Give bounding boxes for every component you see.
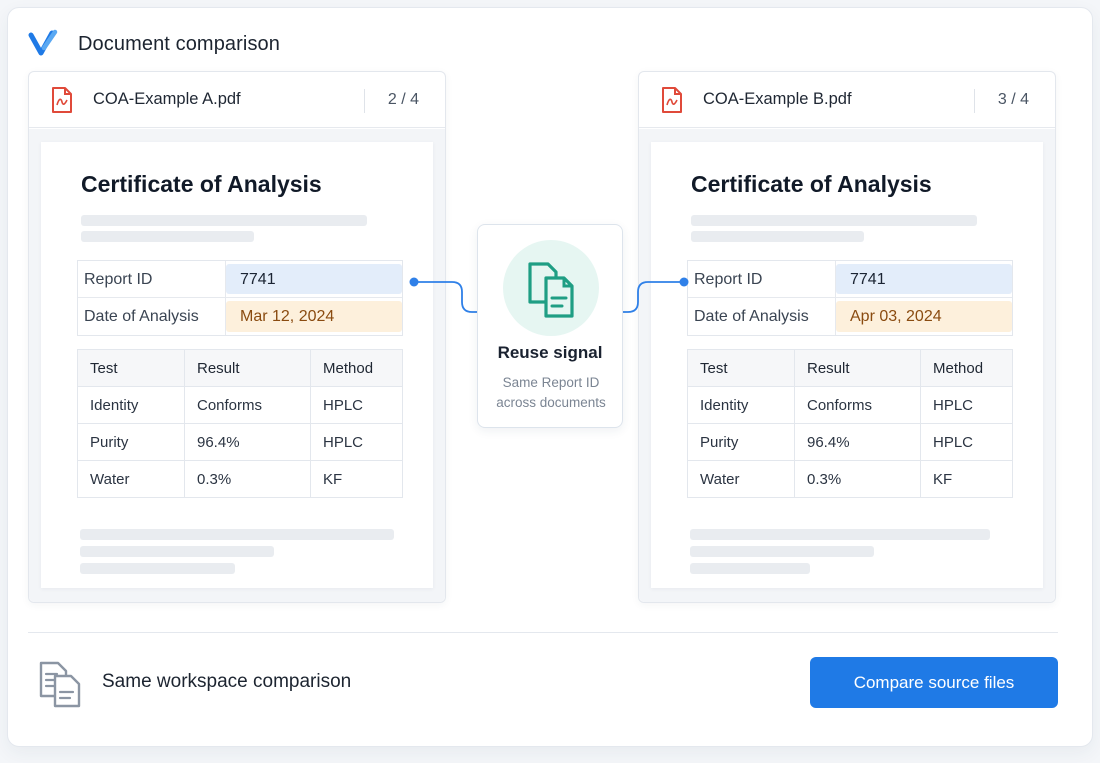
file-name[interactable]: COA-Example A.pdf: [93, 90, 241, 109]
table-cell: Water: [77, 460, 185, 498]
report-id-value[interactable]: 7741: [836, 264, 1012, 294]
footer-divider: [28, 632, 1058, 633]
text-placeholder: [690, 546, 874, 557]
documents-icon: [39, 661, 81, 708]
date-row: Date of Analysis Mar 12, 2024: [78, 298, 402, 335]
document-card-a: COA-Example A.pdf 2 / 4 Certificate of A…: [28, 71, 446, 603]
table-cell: HPLC: [920, 423, 1013, 461]
text-placeholder: [691, 215, 977, 226]
table-row: Water 0.3% KF: [77, 460, 403, 498]
text-placeholder: [81, 215, 367, 226]
report-id-row: Report ID 7741: [688, 261, 1012, 298]
table-cell: Purity: [687, 423, 795, 461]
signal-subtitle: Same Report ID across documents: [496, 375, 606, 410]
document-heading: Certificate of Analysis: [691, 171, 932, 197]
table-cell: HPLC: [920, 386, 1013, 424]
document-heading: Certificate of Analysis: [81, 171, 322, 197]
page-indicator: 2 / 4: [387, 91, 419, 108]
date-label: Date of Analysis: [688, 298, 836, 335]
table-cell: HPLC: [310, 386, 403, 424]
column-header: Result: [794, 349, 921, 387]
duplicate-documents-icon: [528, 262, 574, 318]
table-cell: Identity: [687, 386, 795, 424]
test-results-table: Test Result Method Identity Conforms HPL…: [77, 349, 403, 498]
report-id-label: Report ID: [688, 261, 836, 297]
reuse-signal-card: Reuse signal Same Report ID across docum…: [477, 224, 623, 428]
compare-source-files-button[interactable]: Compare source files: [810, 657, 1058, 708]
table-cell: HPLC: [310, 423, 403, 461]
document-header: COA-Example A.pdf 2 / 4: [29, 72, 445, 128]
report-id-row: Report ID 7741: [78, 261, 402, 298]
date-value[interactable]: Mar 12, 2024: [226, 301, 402, 332]
text-placeholder: [691, 231, 864, 242]
table-header-row: Test Result Method: [687, 349, 1013, 387]
document-viewer[interactable]: Certificate of Analysis Report ID 7741 D…: [29, 129, 445, 602]
page-indicator: 3 / 4: [997, 91, 1029, 108]
text-placeholder: [80, 546, 274, 557]
pdf-file-icon: [52, 86, 72, 113]
column-header: Method: [920, 349, 1013, 387]
app-header: Document comparison: [28, 24, 280, 64]
table-row: Purity 96.4% HPLC: [77, 423, 403, 461]
report-fields: Report ID 7741 Date of Analysis Mar 12, …: [77, 260, 403, 336]
column-header: Result: [184, 349, 311, 387]
file-name[interactable]: COA-Example B.pdf: [703, 90, 852, 109]
table-row: Water 0.3% KF: [687, 460, 1013, 498]
date-row: Date of Analysis Apr 03, 2024: [688, 298, 1012, 335]
column-header: Test: [77, 349, 185, 387]
text-placeholder: [80, 563, 235, 574]
divider: [974, 89, 975, 113]
report-id-label: Report ID: [78, 261, 226, 297]
report-id-value[interactable]: 7741: [226, 264, 402, 294]
table-cell: Purity: [77, 423, 185, 461]
table-cell: KF: [310, 460, 403, 498]
table-cell: Water: [687, 460, 795, 498]
text-placeholder: [690, 529, 990, 540]
table-row: Purity 96.4% HPLC: [687, 423, 1013, 461]
document-viewer[interactable]: Certificate of Analysis Report ID 7741 D…: [639, 129, 1055, 602]
document-page: Certificate of Analysis Report ID 7741 D…: [651, 142, 1043, 588]
pdf-file-icon: [662, 86, 682, 113]
table-cell: KF: [920, 460, 1013, 498]
v-check-logo-icon: [28, 29, 58, 56]
report-fields: Report ID 7741 Date of Analysis Apr 03, …: [687, 260, 1013, 336]
table-header-row: Test Result Method: [77, 349, 403, 387]
table-cell: 96.4%: [184, 423, 311, 461]
text-placeholder: [81, 231, 254, 242]
app-title: Document comparison: [78, 32, 280, 55]
date-label: Date of Analysis: [78, 298, 226, 335]
signal-icon-badge: [503, 240, 599, 336]
signal-title: Reuse signal: [497, 343, 603, 362]
column-header: Method: [310, 349, 403, 387]
table-row: Identity Conforms HPLC: [77, 386, 403, 424]
document-card-b: COA-Example B.pdf 3 / 4 Certificate of A…: [638, 71, 1056, 603]
divider: [364, 89, 365, 113]
table-cell: Identity: [77, 386, 185, 424]
document-page: Certificate of Analysis Report ID 7741 D…: [41, 142, 433, 588]
text-placeholder: [690, 563, 810, 574]
document-header: COA-Example B.pdf 3 / 4: [639, 72, 1055, 128]
column-header: Test: [687, 349, 795, 387]
text-placeholder: [80, 529, 394, 540]
table-cell: 96.4%: [794, 423, 921, 461]
footer-label: Same workspace comparison: [102, 671, 352, 692]
table-cell: 0.3%: [794, 460, 921, 498]
date-value[interactable]: Apr 03, 2024: [836, 301, 1012, 332]
table-cell: Conforms: [184, 386, 311, 424]
table-cell: 0.3%: [184, 460, 311, 498]
table-cell: Conforms: [794, 386, 921, 424]
test-results-table: Test Result Method Identity Conforms HPL…: [687, 349, 1013, 498]
table-row: Identity Conforms HPLC: [687, 386, 1013, 424]
